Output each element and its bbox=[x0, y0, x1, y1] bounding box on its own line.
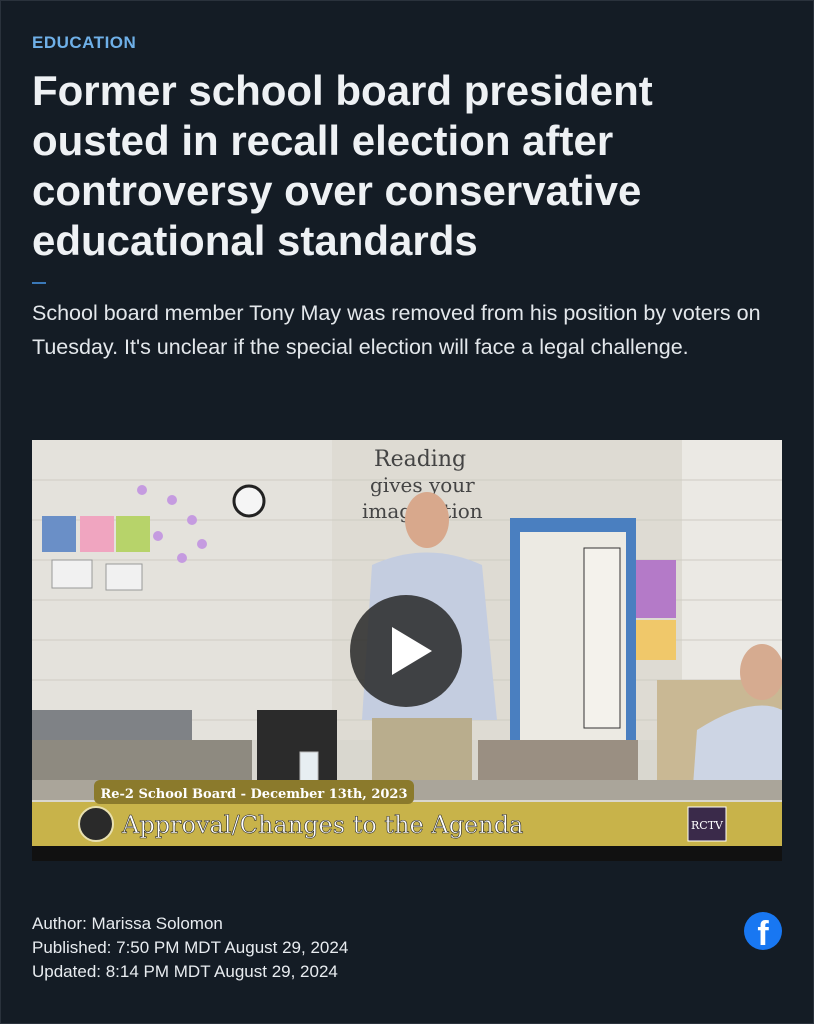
published-date: Published: 7:50 PM MDT August 29, 2024 bbox=[32, 938, 349, 957]
svg-text:Approval/Changes to the Agenda: Approval/Changes to the Agenda bbox=[121, 811, 523, 839]
updated-date: Updated: 8:14 PM MDT August 29, 2024 bbox=[32, 962, 338, 981]
article-summary: School board member Tony May was removed… bbox=[32, 301, 761, 359]
video-player[interactable]: Reading gives your imagination Re-2 Scho… bbox=[32, 440, 782, 861]
facebook-icon[interactable]: f bbox=[744, 912, 782, 953]
article-meta: Author: Marissa Solomon Published: 7:50 … bbox=[32, 912, 348, 984]
headline-divider bbox=[32, 282, 46, 284]
svg-text:RCTV: RCTV bbox=[691, 819, 724, 832]
author-line: Author: Marissa Solomon bbox=[32, 914, 223, 933]
svg-text:Reading: Reading bbox=[374, 447, 466, 472]
svg-text:Re-2 School Board - December 1: Re-2 School Board - December 13th, 2023 bbox=[100, 787, 407, 802]
play-icon[interactable] bbox=[350, 595, 462, 707]
category-label[interactable]: EDUCATION bbox=[32, 33, 136, 53]
headline: Former school board president ousted in … bbox=[32, 67, 653, 264]
